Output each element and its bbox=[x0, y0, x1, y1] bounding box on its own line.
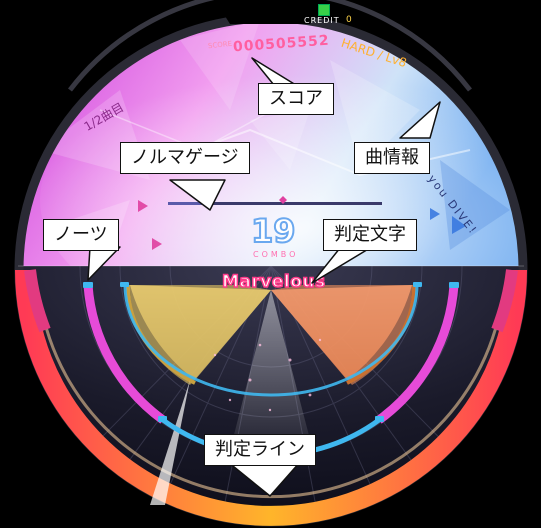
callout-judgement-text: 判定文字 bbox=[323, 219, 417, 251]
callout-score: スコア bbox=[258, 83, 334, 115]
callout-song-info: 曲情報 bbox=[354, 142, 430, 174]
callout-norma-gauge: ノルマゲージ bbox=[120, 142, 250, 174]
callout-notes: ノーツ bbox=[43, 219, 119, 251]
callout-judgement-line: 判定ライン bbox=[204, 434, 316, 466]
